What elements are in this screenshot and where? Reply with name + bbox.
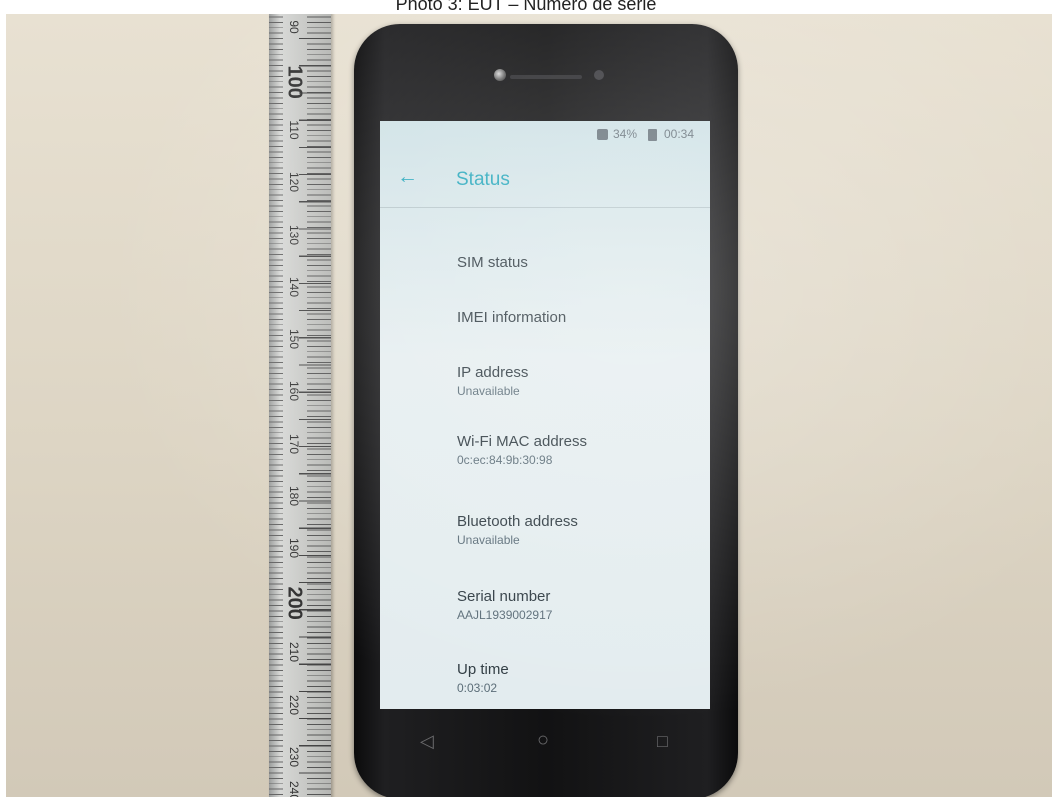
ruler-ticks-major — [299, 14, 331, 797]
battery-icon — [648, 129, 657, 141]
ruler-number: 180 — [287, 485, 301, 507]
recents-nav-icon[interactable]: □ — [657, 731, 668, 752]
front-camera-icon — [494, 69, 506, 81]
metal-ruler: 90 100 110 120 130 140 150 160 170 180 1… — [269, 14, 331, 797]
back-nav-icon[interactable]: ◁ — [420, 731, 434, 752]
earpiece-speaker — [510, 75, 582, 79]
phone-screen: 34% 00:34 ← Status SIM status IMEI infor… — [380, 121, 710, 709]
list-item-label: Bluetooth address — [457, 513, 578, 530]
list-item-wifi-mac[interactable]: Wi-Fi MAC address 0c:ec:84:9b:30:98 — [457, 433, 587, 467]
list-item-value: 0c:ec:84:9b:30:98 — [457, 453, 553, 467]
list-item-imei-information[interactable]: IMEI information — [457, 309, 566, 326]
photo-caption: Photo 3: EUT – Número de serie — [395, 0, 657, 14]
app-bar: ← Status — [380, 147, 710, 208]
page-title: Status — [456, 169, 510, 190]
list-item-value: AAJL1939002917 — [457, 608, 553, 622]
ruler-number: 90 — [287, 20, 301, 34]
list-item-sim-status[interactable]: SIM status — [457, 254, 528, 271]
list-item-label: Serial number — [457, 588, 551, 605]
list-item-label: Up time — [457, 661, 509, 678]
ruler-number: 230 — [287, 746, 301, 768]
status-bar: 34% 00:34 — [380, 121, 710, 147]
ruler-number: 170 — [287, 433, 301, 455]
home-nav-icon[interactable]: ○ — [537, 729, 549, 752]
list-item-value: Unavailable — [457, 533, 520, 547]
list-item-label: Wi-Fi MAC address — [457, 433, 588, 450]
navigation-bar: ◁ ○ □ — [354, 716, 738, 776]
ruler-number: 150 — [287, 328, 301, 350]
ruler-number: 190 — [287, 537, 301, 559]
list-item-ip-address[interactable]: IP address Unavailable — [457, 364, 528, 398]
list-item-label: IP address — [457, 364, 529, 381]
smartphone: 34% 00:34 ← Status SIM status IMEI infor… — [354, 24, 738, 797]
list-item-bluetooth-address[interactable]: Bluetooth address Unavailable — [457, 513, 578, 547]
ruler-number: 130 — [287, 224, 301, 246]
ruler-number: 120 — [287, 171, 301, 193]
ruler-number: 210 — [287, 641, 301, 663]
ruler-number: 140 — [287, 276, 301, 298]
status-time: 00:34 — [664, 127, 695, 141]
ruler-number: 160 — [287, 380, 301, 402]
sim-icon — [597, 129, 608, 140]
photo: 90 100 110 120 130 140 150 160 170 180 1… — [6, 14, 1052, 797]
list-item-up-time[interactable]: Up time 0:03:02 — [457, 661, 509, 695]
list-item-label: SIM status — [457, 254, 528, 271]
ruler-number: 200 — [283, 586, 306, 620]
ruler-number: 100 — [283, 65, 306, 99]
list-item-serial-number[interactable]: Serial number AAJL1939002917 — [457, 588, 552, 622]
list-item-value: Unavailable — [457, 384, 520, 398]
ruler-number: 220 — [287, 694, 301, 716]
list-item-value: 0:03:02 — [457, 681, 498, 695]
proximity-sensor — [594, 70, 604, 80]
back-arrow-icon[interactable]: ← — [397, 165, 418, 189]
battery-percent: 34% — [613, 127, 638, 141]
ruler-number: 110 — [287, 120, 301, 140]
ruler-number: 240 — [287, 780, 301, 797]
list-item-label: IMEI information — [457, 309, 567, 326]
ruler-ticks-left — [269, 14, 283, 797]
